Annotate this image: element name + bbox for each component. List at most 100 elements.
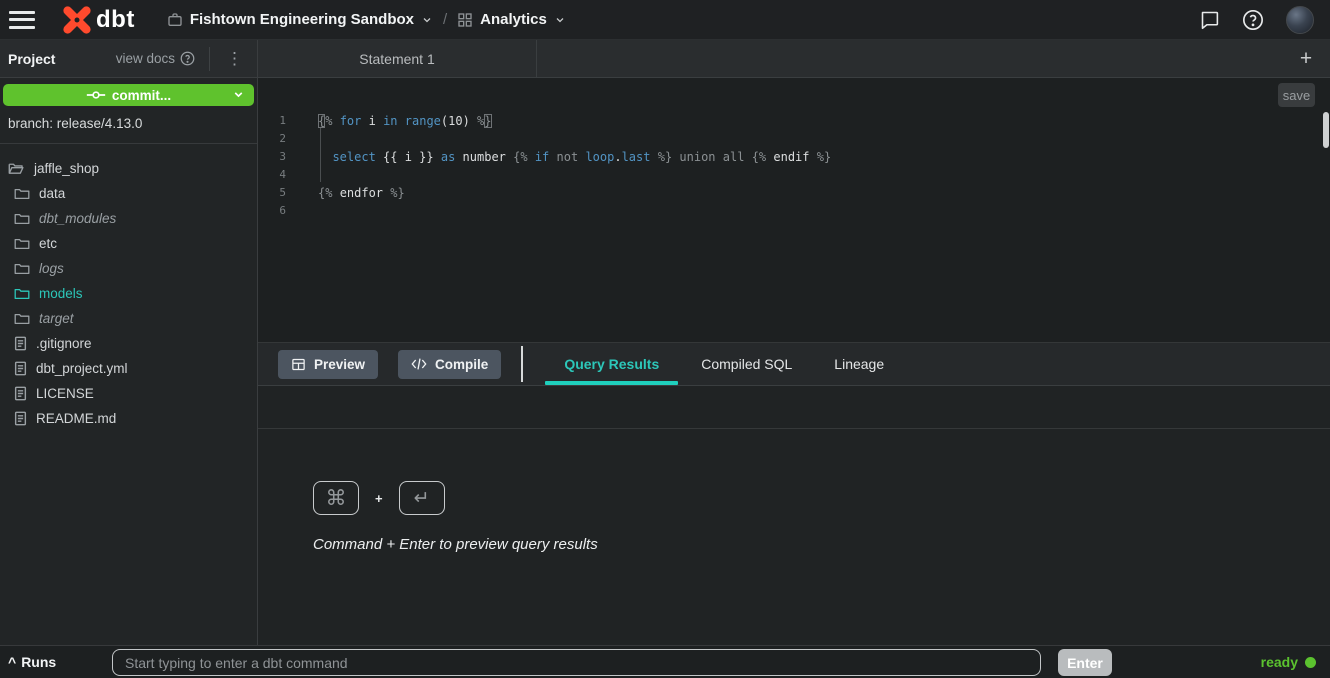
preview-label: Preview xyxy=(314,357,365,372)
view-docs-link[interactable]: view docs xyxy=(116,51,195,66)
user-avatar[interactable] xyxy=(1286,6,1314,34)
file-tree: jaffle_shopdata dbt_modulesetc logs models t… xyxy=(0,144,257,431)
query-results-pane: ⌘ + ↵ Command + Enter to preview query r… xyxy=(258,386,1330,645)
results-toolbar: Preview Compile Query ResultsCompiled SQ… xyxy=(258,343,1330,386)
dbt-logo-icon xyxy=(62,5,92,35)
runs-toggle[interactable]: ^ Runs xyxy=(8,654,56,670)
chat-icon[interactable] xyxy=(1199,9,1220,30)
save-button[interactable]: save xyxy=(1278,83,1315,107)
folder-icon xyxy=(14,312,30,326)
file-icon xyxy=(14,361,27,376)
grid-icon xyxy=(457,12,473,28)
chevron-down-icon xyxy=(421,14,433,26)
compile-button[interactable]: Compile xyxy=(398,350,501,379)
folder-icon xyxy=(14,212,30,226)
code-line-3: 3 select {{ i }} as number {% if not loo… xyxy=(258,148,1320,166)
tree-item-models[interactable]: models xyxy=(0,281,257,306)
command-key-icon: ⌘ xyxy=(313,481,359,515)
code-icon xyxy=(411,357,427,371)
command-bar: ^ Runs Enter ready xyxy=(0,645,1330,678)
file-icon xyxy=(14,336,27,351)
tree-item-logs[interactable]: logs xyxy=(0,256,257,281)
chevron-down-icon xyxy=(232,88,245,101)
editor-tab-bar: Statement 1 + xyxy=(258,40,1330,78)
tree-item-label: dbt_project.yml xyxy=(36,361,128,376)
tab-compiled-sql[interactable]: Compiled SQL xyxy=(682,343,811,385)
preview-button[interactable]: Preview xyxy=(278,350,378,379)
account-selector[interactable]: Fishtown Engineering Sandbox xyxy=(167,11,433,28)
editor-scrollbar[interactable] xyxy=(1323,112,1329,148)
results-tabs: Query ResultsCompiled SQLLineage xyxy=(545,343,903,385)
hamburger-menu-icon[interactable] xyxy=(9,11,35,29)
commit-row: commit... xyxy=(0,78,257,106)
breadcrumb-separator: / xyxy=(443,11,447,28)
new-tab-button[interactable]: + xyxy=(1290,40,1322,77)
main-panel: Statement 1 + save 1{% for i in range(10… xyxy=(258,40,1330,645)
line-number: 1 xyxy=(258,112,292,130)
code-line-6: 6 xyxy=(258,202,1320,220)
tab-query-results[interactable]: Query Results xyxy=(545,343,678,385)
line-number: 6 xyxy=(258,202,292,220)
help-icon[interactable] xyxy=(1242,9,1264,31)
enter-button[interactable]: Enter xyxy=(1058,649,1112,676)
commit-button[interactable]: commit... xyxy=(3,84,254,106)
code-editor[interactable]: save 1{% for i in range(10) %}23 select … xyxy=(258,78,1330,343)
file-icon xyxy=(14,386,27,401)
tree-item-readme-md[interactable]: README.md xyxy=(0,406,257,431)
line-number: 2 xyxy=(258,130,292,148)
dbt-logo-text: dbt xyxy=(96,6,135,34)
tree-item--gitignore[interactable]: .gitignore xyxy=(0,331,257,356)
tab-statement-1[interactable]: Statement 1 xyxy=(258,40,537,77)
chevron-up-icon: ^ xyxy=(8,654,16,670)
tree-item-label: data xyxy=(39,186,65,201)
account-name: Fishtown Engineering Sandbox xyxy=(190,11,414,28)
file-icon xyxy=(14,411,27,426)
environment-selector[interactable]: Analytics xyxy=(457,11,566,28)
tree-item-license[interactable]: LICENSE xyxy=(0,381,257,406)
environment-name: Analytics xyxy=(480,11,547,28)
header-divider xyxy=(209,47,210,71)
tree-item-data[interactable]: data xyxy=(0,181,257,206)
folder-open-icon xyxy=(8,161,25,176)
table-icon xyxy=(291,357,306,372)
tree-item-target[interactable]: target xyxy=(0,306,257,331)
tab-lineage[interactable]: Lineage xyxy=(815,343,903,385)
project-sidebar: Project view docs ⋮ commit... xyxy=(0,40,258,645)
indent-guide xyxy=(320,128,321,182)
hint-text: Command + Enter to preview query results xyxy=(313,536,598,553)
tree-item-jaffle-shop[interactable]: jaffle_shop xyxy=(0,156,257,181)
line-number: 5 xyxy=(258,184,292,202)
tree-item-label: logs xyxy=(39,261,64,276)
compile-label: Compile xyxy=(435,357,488,372)
runs-label: Runs xyxy=(21,654,56,670)
folder-icon xyxy=(14,262,30,276)
dbt-logo: dbt xyxy=(62,5,135,35)
line-number: 3 xyxy=(258,148,292,166)
commit-label: commit... xyxy=(112,88,171,103)
briefcase-icon xyxy=(167,12,183,28)
help-circle-icon xyxy=(180,51,195,66)
code-line-5: 5{% endfor %} xyxy=(258,184,1320,202)
code-line-4: 4 xyxy=(258,166,1320,184)
tab-label: Statement 1 xyxy=(359,51,435,67)
status-label: ready xyxy=(1261,654,1298,670)
line-number: 4 xyxy=(258,166,292,184)
sidebar-menu-icon[interactable]: ⋮ xyxy=(220,50,249,67)
enter-key-icon: ↵ xyxy=(399,481,445,515)
status-dot xyxy=(1305,657,1316,668)
view-docs-label: view docs xyxy=(116,51,175,66)
tree-item-dbt-project-yml[interactable]: dbt_project.yml xyxy=(0,356,257,381)
dbt-command-input[interactable] xyxy=(112,649,1041,676)
tree-item-label: target xyxy=(39,311,74,326)
tree-item-label: models xyxy=(39,286,83,301)
tree-item-label: .gitignore xyxy=(36,336,92,351)
tree-item-etc[interactable]: etc xyxy=(0,231,257,256)
code-line-1: 1{% for i in range(10) %} xyxy=(258,112,1320,130)
toolbar-divider xyxy=(521,346,523,382)
git-commit-icon xyxy=(86,88,106,102)
results-divider xyxy=(258,428,1330,429)
status-indicator: ready xyxy=(1261,646,1316,678)
code-area[interactable]: 1{% for i in range(10) %}23 select {{ i … xyxy=(258,112,1320,220)
tree-item-dbt-modules[interactable]: dbt_modules xyxy=(0,206,257,231)
sidebar-header: Project view docs ⋮ xyxy=(0,40,257,78)
